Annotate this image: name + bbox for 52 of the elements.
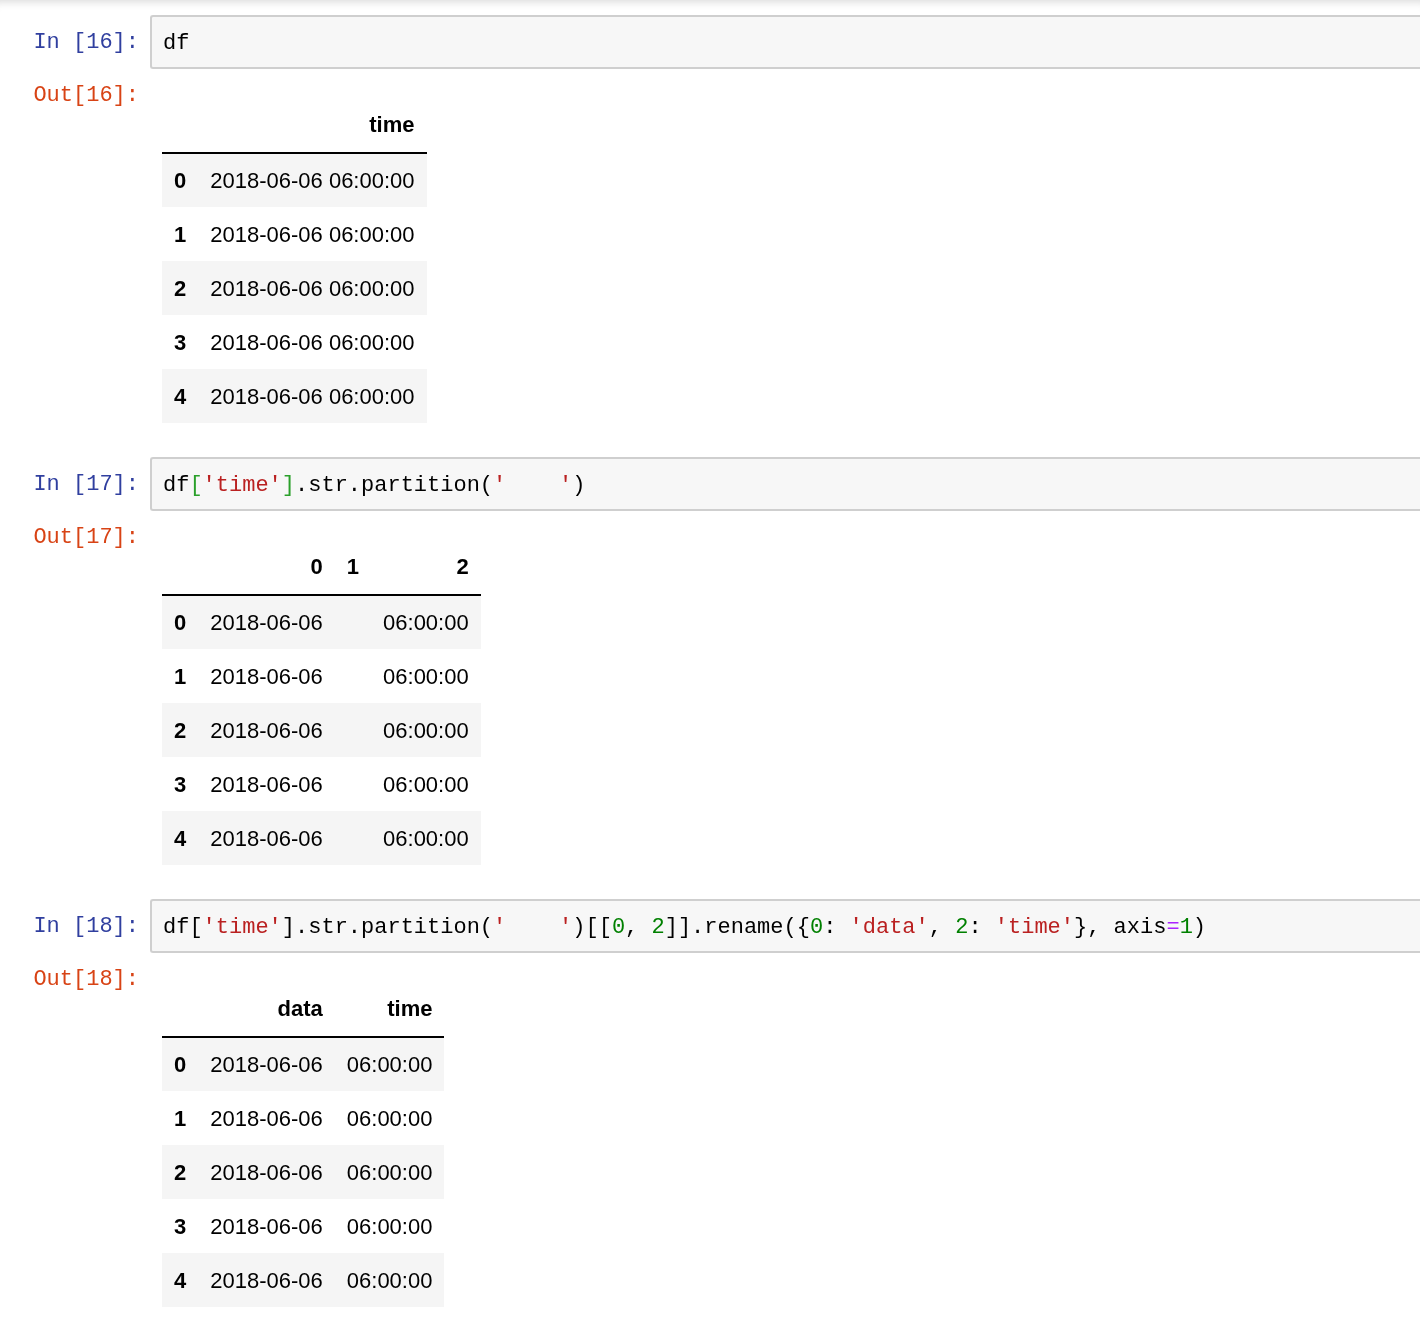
row-index: 2	[162, 703, 199, 757]
output-prompt: Out[18]:	[32, 966, 140, 994]
row-index: 1	[162, 649, 199, 703]
table-cell: 06:00:00	[371, 703, 481, 757]
code-line: df['time'].str.partition(' ')	[163, 472, 586, 500]
output-prompt: Out[17]:	[32, 524, 140, 552]
table-cell: 2018-06-06	[198, 1199, 335, 1253]
table-cell: 06:00:00	[334, 1037, 445, 1091]
input-prompt: In [17]:	[32, 471, 140, 499]
table-cell: 06:00:00	[334, 1145, 445, 1199]
row-index: 3	[162, 1199, 199, 1253]
table-cell: 06:00:00	[334, 1091, 445, 1145]
row-index: 4	[162, 1253, 199, 1307]
table-cell: 2018-06-06	[198, 703, 335, 757]
table-cell: 06:00:00	[334, 1253, 445, 1307]
table-cell: 2018-06-06 06:00:00	[198, 207, 427, 261]
row-index: 3	[162, 315, 199, 369]
table-cell: 2018-06-06 06:00:00	[198, 261, 427, 315]
code-input-field[interactable]: df	[150, 15, 1420, 69]
code-line: df	[163, 30, 190, 58]
code-input-field[interactable]: df['time'].str.partition(' ')[[0, 2]].rename({0: 'data', 2: 'time'}, axis=1)	[150, 899, 1420, 953]
table-cell: 2018-06-06 06:00:00	[198, 369, 427, 423]
table-cell: 06:00:00	[371, 811, 481, 865]
row-index: 0	[162, 595, 199, 649]
table-cell: 2018-06-06	[198, 1091, 335, 1145]
row-index: 1	[162, 207, 199, 261]
row-index: 3	[162, 757, 199, 811]
table-cell: 2018-06-06 06:00:00	[198, 153, 427, 207]
row-index: 4	[162, 811, 199, 865]
table-cell: 2018-06-06	[198, 757, 335, 811]
table-cell: 2018-06-06	[198, 595, 335, 649]
row-index: 0	[162, 153, 199, 207]
row-index: 1	[162, 1091, 199, 1145]
code-input-field[interactable]: df['time'].str.partition(' ')	[150, 457, 1420, 511]
table-cell: 06:00:00	[371, 757, 481, 811]
row-index: 2	[162, 261, 199, 315]
table-cell: 2018-06-06	[198, 811, 335, 865]
input-prompt: In [18]:	[32, 913, 140, 941]
table-cell: 2018-06-06	[198, 1253, 335, 1307]
row-index: 0	[162, 1037, 199, 1091]
table-cell: 06:00:00	[334, 1199, 445, 1253]
row-index: 2	[162, 1145, 199, 1199]
table-cell: 2018-06-06	[198, 1037, 335, 1091]
table-cell: 2018-06-06	[198, 1145, 335, 1199]
table-cell: 2018-06-06 06:00:00	[198, 315, 427, 369]
output-prompt: Out[16]:	[32, 82, 140, 110]
table-cell: 06:00:00	[371, 595, 481, 649]
input-prompt: In [16]:	[32, 29, 140, 57]
code-line: df['time'].str.partition(' ')[[0, 2]].rename({0: 'data', 2: 'time'}, axis=1)	[163, 914, 1207, 942]
row-index: 4	[162, 369, 199, 423]
table-cell: 06:00:00	[371, 649, 481, 703]
table-cell: 2018-06-06	[198, 649, 335, 703]
